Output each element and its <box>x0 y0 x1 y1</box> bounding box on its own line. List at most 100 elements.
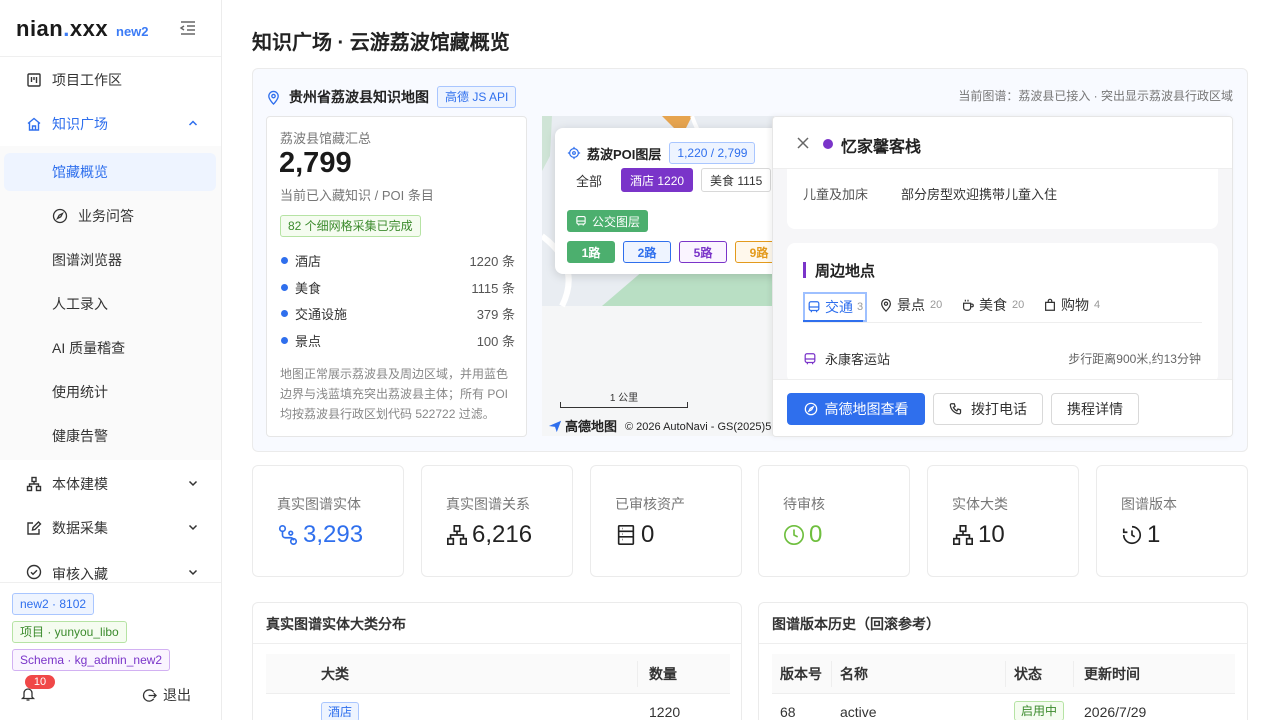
collapse-sidebar-icon[interactable] <box>179 20 197 36</box>
route-5[interactable]: 5路 <box>679 241 727 263</box>
project-tag: 项目 · yunyou_libo <box>12 621 127 643</box>
chevron-down-icon <box>188 569 198 576</box>
stat-card-relations: 真实图谱关系 6,216 <box>421 465 573 577</box>
call-button[interactable]: 拨打电话 <box>933 393 1043 425</box>
category-tag: 酒店 <box>321 702 360 720</box>
sitemap-icon <box>26 476 42 492</box>
legend-item: 交通设施 379 条 <box>281 303 515 323</box>
logout-icon <box>142 688 157 702</box>
sidebar-item-collect[interactable]: 数据采集 <box>0 506 221 550</box>
map-title: 贵州省荔波县知识地图 <box>289 89 429 105</box>
legend-item: 景点 100 条 <box>281 330 515 350</box>
nearby-tab-food[interactable]: 美食 20 <box>961 295 1024 315</box>
sidebar-item-collection[interactable]: 馆藏概览 <box>4 153 216 191</box>
stat-card-classes: 实体大类 10 <box>927 465 1079 577</box>
kanban-icon <box>27 73 41 87</box>
sidebar-item-manual-entry[interactable]: 人工录入 <box>0 282 221 326</box>
sidebar-item-workspace[interactable]: 项目工作区 <box>0 58 221 102</box>
poi-name: 忆家馨客栈 <box>841 139 922 156</box>
sitemap-icon <box>447 525 467 545</box>
chevron-down-icon <box>188 480 198 487</box>
poi-filter-all[interactable]: 全部 <box>565 168 613 192</box>
sitemap-icon <box>953 525 973 545</box>
entity-distribution-panel: 真实图谱实体大类分布 大类 数量 酒店 1220 <box>252 602 742 720</box>
clock-icon <box>784 525 804 545</box>
poi-layer-panel: 荔波POI图层 1,220 / 2,799 全部 酒店 1220 美食 1115… <box>555 128 795 274</box>
sidebar-item-ai-audit[interactable]: AI 质量稽查 <box>0 326 221 370</box>
bus-icon <box>576 215 586 226</box>
sidebar-item-qa[interactable]: 业务问答 <box>0 194 221 238</box>
poi-layer-title: 荔波POI图层 <box>587 146 662 162</box>
column-header[interactable]: 名称 <box>840 664 868 684</box>
route-1[interactable]: 1路 <box>567 241 615 263</box>
column-header[interactable]: 更新时间 <box>1084 664 1140 684</box>
sidebar-item-review[interactable]: 审核入藏 <box>0 550 221 582</box>
sidebar-item-ontology[interactable]: 本体建模 <box>0 462 221 506</box>
poi-color-dot <box>823 139 833 149</box>
map-status-text: 当前图谱：荔波县已接入 · 突出显示荔波县行政区域 <box>958 89 1233 103</box>
close-icon[interactable] <box>795 135 811 151</box>
table-cell: 1220 <box>649 704 681 720</box>
nearby-item[interactable]: 永康客运站 <box>803 349 890 368</box>
route-2[interactable]: 2路 <box>623 241 671 263</box>
bus-icon <box>804 352 816 364</box>
nearby-tab-shopping[interactable]: 购物 4 <box>1043 295 1100 315</box>
sidebar-item-health[interactable]: 健康告警 <box>0 414 221 458</box>
sidebar-item-label: 数据采集 <box>52 520 108 536</box>
poi-count-tag: 1,220 / 2,799 <box>669 142 756 164</box>
sidebar-item-graph-browser[interactable]: 图谱浏览器 <box>0 238 221 282</box>
sidebar-item-usage[interactable]: 使用统计 <box>0 370 221 414</box>
summary-label: 荔波县馆藏汇总 <box>280 131 372 146</box>
column-header[interactable]: 数量 <box>649 664 677 684</box>
info-key: 儿童及加床 <box>803 187 869 202</box>
map-scale-bar <box>560 402 688 408</box>
bus-layer-button[interactable]: 公交图层 <box>567 210 649 232</box>
ctrip-details-button[interactable]: 携程详情 <box>1051 393 1139 425</box>
nearby-tab-transit[interactable]: 交通 3 <box>803 292 868 322</box>
nearby-tab-scenic[interactable]: 景点 20 <box>879 295 942 315</box>
schema-tag: Schema · kg_admin_new2 <box>12 649 171 671</box>
summary-total: 2,799 <box>279 147 352 179</box>
map-note: 地图正常展示荔波县及周边区域，并用蓝色边界与浅蓝填充突出荔波县主体；所有 POI… <box>280 367 509 421</box>
poi-filter-food[interactable]: 美食 1115 <box>701 168 772 192</box>
column-header[interactable]: 版本号 <box>780 664 822 684</box>
env-badge: new2 <box>116 24 149 39</box>
amap-logo-icon <box>548 420 562 432</box>
poi-detail-panel: 忆家馨客栈 儿童及加床 部分房型欢迎携带儿童入住 周边地点 交通 3 景点 20 美… <box>772 116 1233 437</box>
table-row[interactable]: 酒店 <box>321 702 360 720</box>
logout-button[interactable]: 退出 <box>142 685 191 705</box>
sidebar: nian.xxx new2 项目工作区 知识广场 馆藏概览 业务问答 图谱浏览器… <box>0 0 222 720</box>
table-cell: 2026/7/29 <box>1084 704 1147 720</box>
location-pin-icon <box>268 90 279 105</box>
page-title: 知识广场 · 云游荔波馆藏概览 <box>252 32 510 54</box>
grid-complete-tag: 82 个细网格采集已完成 <box>280 215 421 237</box>
status-badge: 启用中 <box>1014 701 1065 720</box>
column-header[interactable]: 状态 <box>1014 664 1042 684</box>
crosshair-icon <box>567 146 581 160</box>
amap-view-button[interactable]: 高德地图查看 <box>787 393 925 425</box>
panel-title: 真实图谱实体大类分布 <box>266 616 406 632</box>
version-history-panel: 图谱版本历史（回滚参考） 版本号 名称 状态 更新时间 68 active 启用… <box>758 602 1248 720</box>
panel-title: 图谱版本历史（回滚参考） <box>772 616 940 632</box>
bus-icon <box>808 301 820 313</box>
map-header: 贵州省荔波县知识地图 高德 JS API <box>266 86 517 108</box>
nearby-title: 周边地点 <box>815 263 876 280</box>
legend-item: 美食 1115 条 <box>281 277 515 297</box>
sidebar-item-label: 本体建模 <box>52 476 108 492</box>
phone-icon <box>949 403 962 415</box>
app-logo[interactable]: nian.xxx <box>16 16 108 42</box>
poi-filter-hotel[interactable]: 酒店 1220 <box>621 168 694 192</box>
nearby-distance: 步行距离900米,约13分钟 <box>1068 352 1201 366</box>
compass-icon <box>52 208 68 224</box>
column-header[interactable]: 大类 <box>321 664 349 684</box>
legend-item: 酒店 1220 条 <box>281 250 515 270</box>
summary-sub: 当前已入藏知识 / POI 条目 <box>280 188 434 203</box>
table-cell: 68 <box>780 704 796 720</box>
notification-count-badge: 10 <box>25 675 55 689</box>
sidebar-item-label: 审核入藏 <box>52 566 108 582</box>
edit-icon <box>27 521 42 535</box>
link-nodes-icon <box>278 525 298 545</box>
sidebar-item-knowledge[interactable]: 知识广场 <box>0 102 221 146</box>
api-tag: 高德 JS API <box>437 86 517 108</box>
coffee-icon <box>963 299 974 311</box>
